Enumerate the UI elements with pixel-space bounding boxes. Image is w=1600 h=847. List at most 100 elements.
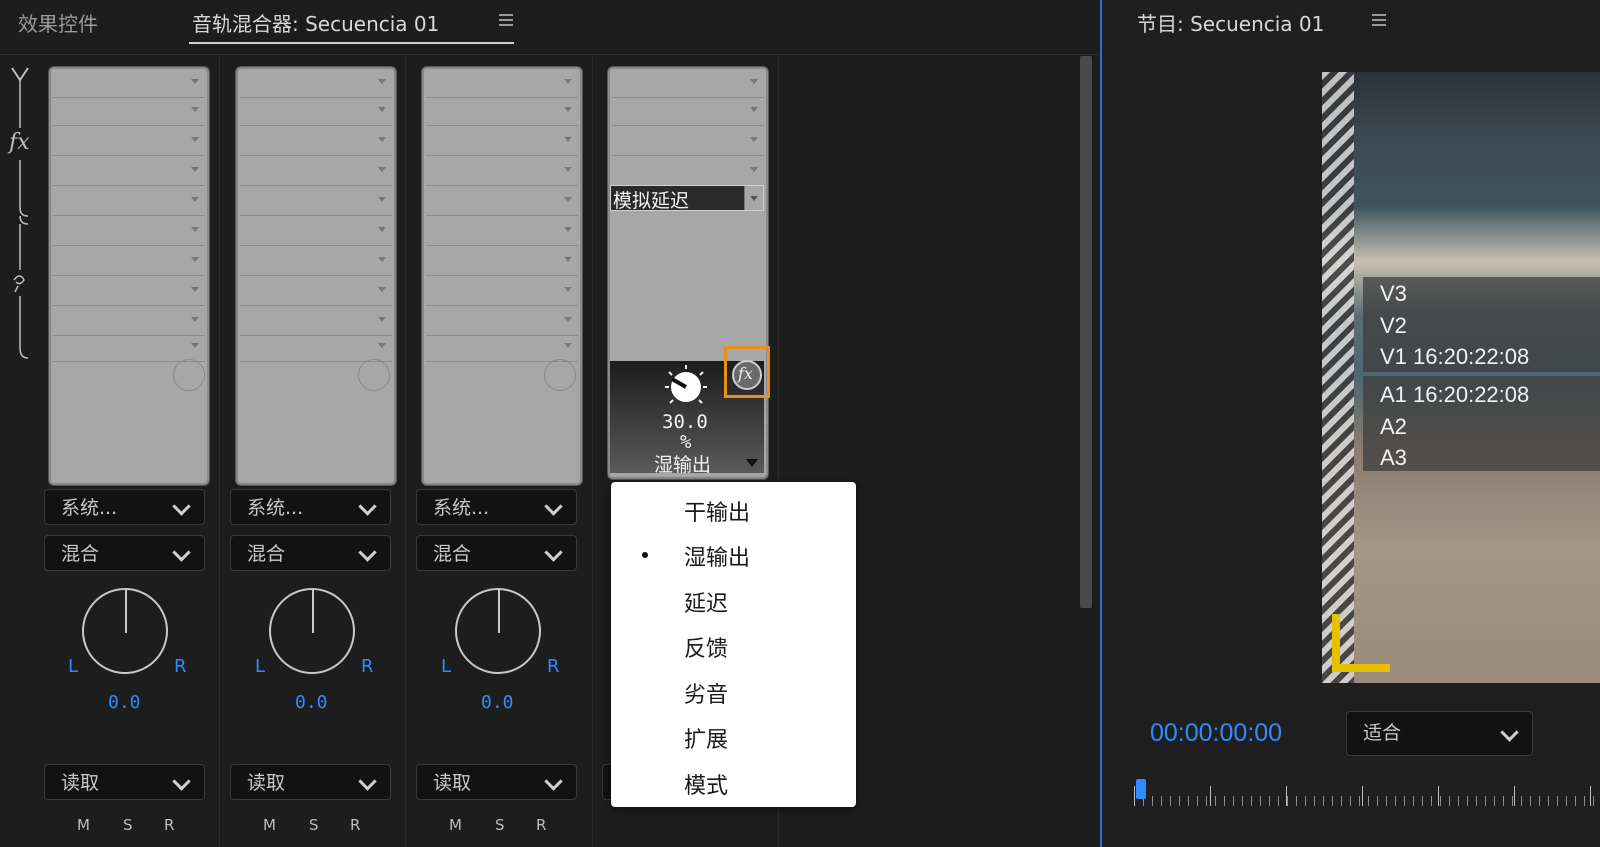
effect-slot[interactable] [240, 97, 392, 126]
panel-split-line[interactable] [1100, 0, 1102, 847]
effect-slot[interactable] [240, 157, 392, 186]
effect-slot[interactable] [53, 97, 205, 126]
mute-button[interactable]: M [263, 816, 276, 834]
pan-knob[interactable] [455, 588, 541, 674]
effect-slot[interactable] [53, 187, 205, 216]
param-name-dropdown[interactable]: 湿输出 [610, 453, 764, 476]
chevron-down-icon [544, 497, 563, 516]
effect-slot[interactable] [53, 127, 205, 156]
effect-slot[interactable] [240, 333, 392, 362]
pan-value[interactable]: 0.0 [295, 692, 328, 713]
solo-button[interactable]: S [495, 816, 505, 834]
effect-slot[interactable] [53, 69, 205, 98]
menu-item-mode[interactable]: 模式 [684, 768, 728, 800]
effect-slot[interactable] [612, 127, 764, 156]
param-value[interactable]: 30.0 [662, 411, 708, 433]
output-dropdown[interactable]: 系统... [44, 489, 205, 525]
menu-item-dry-output[interactable]: 干输出 [684, 495, 750, 527]
effect-slot[interactable] [240, 247, 392, 276]
automation-dropdown[interactable]: 读取 [416, 764, 577, 800]
effect-slot[interactable] [240, 277, 392, 306]
video-preview: V3 V2 V1 16:20:22:08 A1 16:20:22:08 A2 A… [1322, 72, 1600, 683]
effect-slot[interactable] [53, 157, 205, 186]
effect-slot[interactable] [612, 97, 764, 126]
effect-slot[interactable] [240, 69, 392, 98]
mode-label: 混合 [247, 543, 286, 565]
rack-bypass-circle-icon[interactable] [358, 359, 390, 391]
automation-label: 读取 [433, 772, 472, 794]
effect-slot[interactable] [53, 247, 205, 276]
solo-button[interactable]: S [309, 816, 319, 834]
effect-slot[interactable] [53, 217, 205, 246]
fx-editor-button[interactable]: fx [732, 360, 762, 390]
effect-slot[interactable] [426, 187, 578, 216]
effect-slot-selected[interactable]: 模拟延迟 [610, 185, 764, 212]
pan-left-label: L [255, 656, 266, 677]
pan-value[interactable]: 0.0 [108, 692, 141, 713]
effect-slot[interactable] [426, 217, 578, 246]
pan-value[interactable]: 0.0 [481, 692, 514, 713]
program-menu-icon[interactable] [1372, 14, 1386, 26]
mode-dropdown[interactable]: 混合 [416, 535, 577, 571]
rack-bypass-circle-icon[interactable] [544, 359, 576, 391]
effect-slot[interactable] [53, 307, 205, 336]
output-dropdown[interactable]: 系统... [230, 489, 391, 525]
automation-dropdown[interactable]: 读取 [230, 764, 391, 800]
effect-slot[interactable] [53, 333, 205, 362]
safe-area-hatch [1322, 72, 1354, 683]
effect-slot[interactable] [426, 247, 578, 276]
effect-slot[interactable] [612, 157, 764, 186]
effect-slot[interactable] [240, 187, 392, 216]
insert-rack[interactable] [235, 66, 397, 486]
insert-rack-active[interactable]: 模拟延迟 30.0 % 湿输出 [607, 66, 769, 480]
effect-slot[interactable] [426, 307, 578, 336]
record-button[interactable]: R [350, 816, 360, 834]
panel-divider [0, 54, 1098, 55]
effect-slot[interactable] [426, 277, 578, 306]
tab-effect-controls[interactable]: 效果控件 [18, 8, 98, 37]
menu-item-feedback[interactable]: 反馈 [684, 631, 728, 663]
effect-slot[interactable] [426, 69, 578, 98]
param-knob-icon[interactable] [662, 363, 710, 411]
pan-knob[interactable] [82, 588, 168, 674]
effect-slot[interactable] [612, 69, 764, 98]
effect-slot[interactable] [426, 157, 578, 186]
automation-dropdown[interactable]: 读取 [44, 764, 205, 800]
effect-slot[interactable] [53, 277, 205, 306]
menu-item-delay[interactable]: 延迟 [684, 586, 728, 618]
menu-item-spread[interactable]: 扩展 [684, 722, 728, 754]
mode-dropdown[interactable]: 混合 [230, 535, 391, 571]
playhead-marker-icon[interactable] [1136, 779, 1146, 799]
playhead-timecode[interactable]: 00:00:00:00 [1150, 719, 1282, 748]
record-button[interactable]: R [536, 816, 546, 834]
rack-bypass-circle-icon[interactable] [173, 359, 205, 391]
zoom-dropdown[interactable]: 适合 [1346, 711, 1533, 756]
insert-rack[interactable] [48, 66, 210, 486]
pan-knob[interactable] [269, 588, 355, 674]
output-dropdown[interactable]: 系统... [416, 489, 577, 525]
menu-item-wet-output[interactable]: 湿输出 [684, 540, 750, 572]
mixer-scrollbar[interactable] [1080, 56, 1092, 608]
effect-slot[interactable] [240, 127, 392, 156]
insert-rack[interactable] [421, 66, 583, 486]
selected-bullet-icon [642, 552, 648, 558]
mute-button[interactable]: M [449, 816, 462, 834]
slot-arrow-icon [564, 197, 572, 202]
effect-slot[interactable] [426, 333, 578, 362]
mute-button[interactable]: M [77, 816, 90, 834]
record-button[interactable]: R [164, 816, 174, 834]
tab-audio-mixer[interactable]: 音轨混合器: Secuencia 01 [192, 8, 439, 37]
pan-knob-needle [312, 590, 314, 633]
chevron-down-icon [1500, 723, 1519, 742]
effect-slot[interactable] [426, 97, 578, 126]
chevron-down-icon [358, 497, 377, 516]
effect-slot[interactable] [426, 127, 578, 156]
solo-button[interactable]: S [123, 816, 133, 834]
effect-slot[interactable] [240, 307, 392, 336]
menu-item-distortion[interactable]: 劣音 [684, 677, 728, 709]
mode-dropdown[interactable]: 混合 [44, 535, 205, 571]
effect-slot[interactable] [240, 217, 392, 246]
panel-menu-icon[interactable] [499, 14, 513, 26]
slot-arrow-icon [191, 227, 199, 232]
tab-program[interactable]: 节目: Secuencia 01 [1137, 8, 1324, 37]
